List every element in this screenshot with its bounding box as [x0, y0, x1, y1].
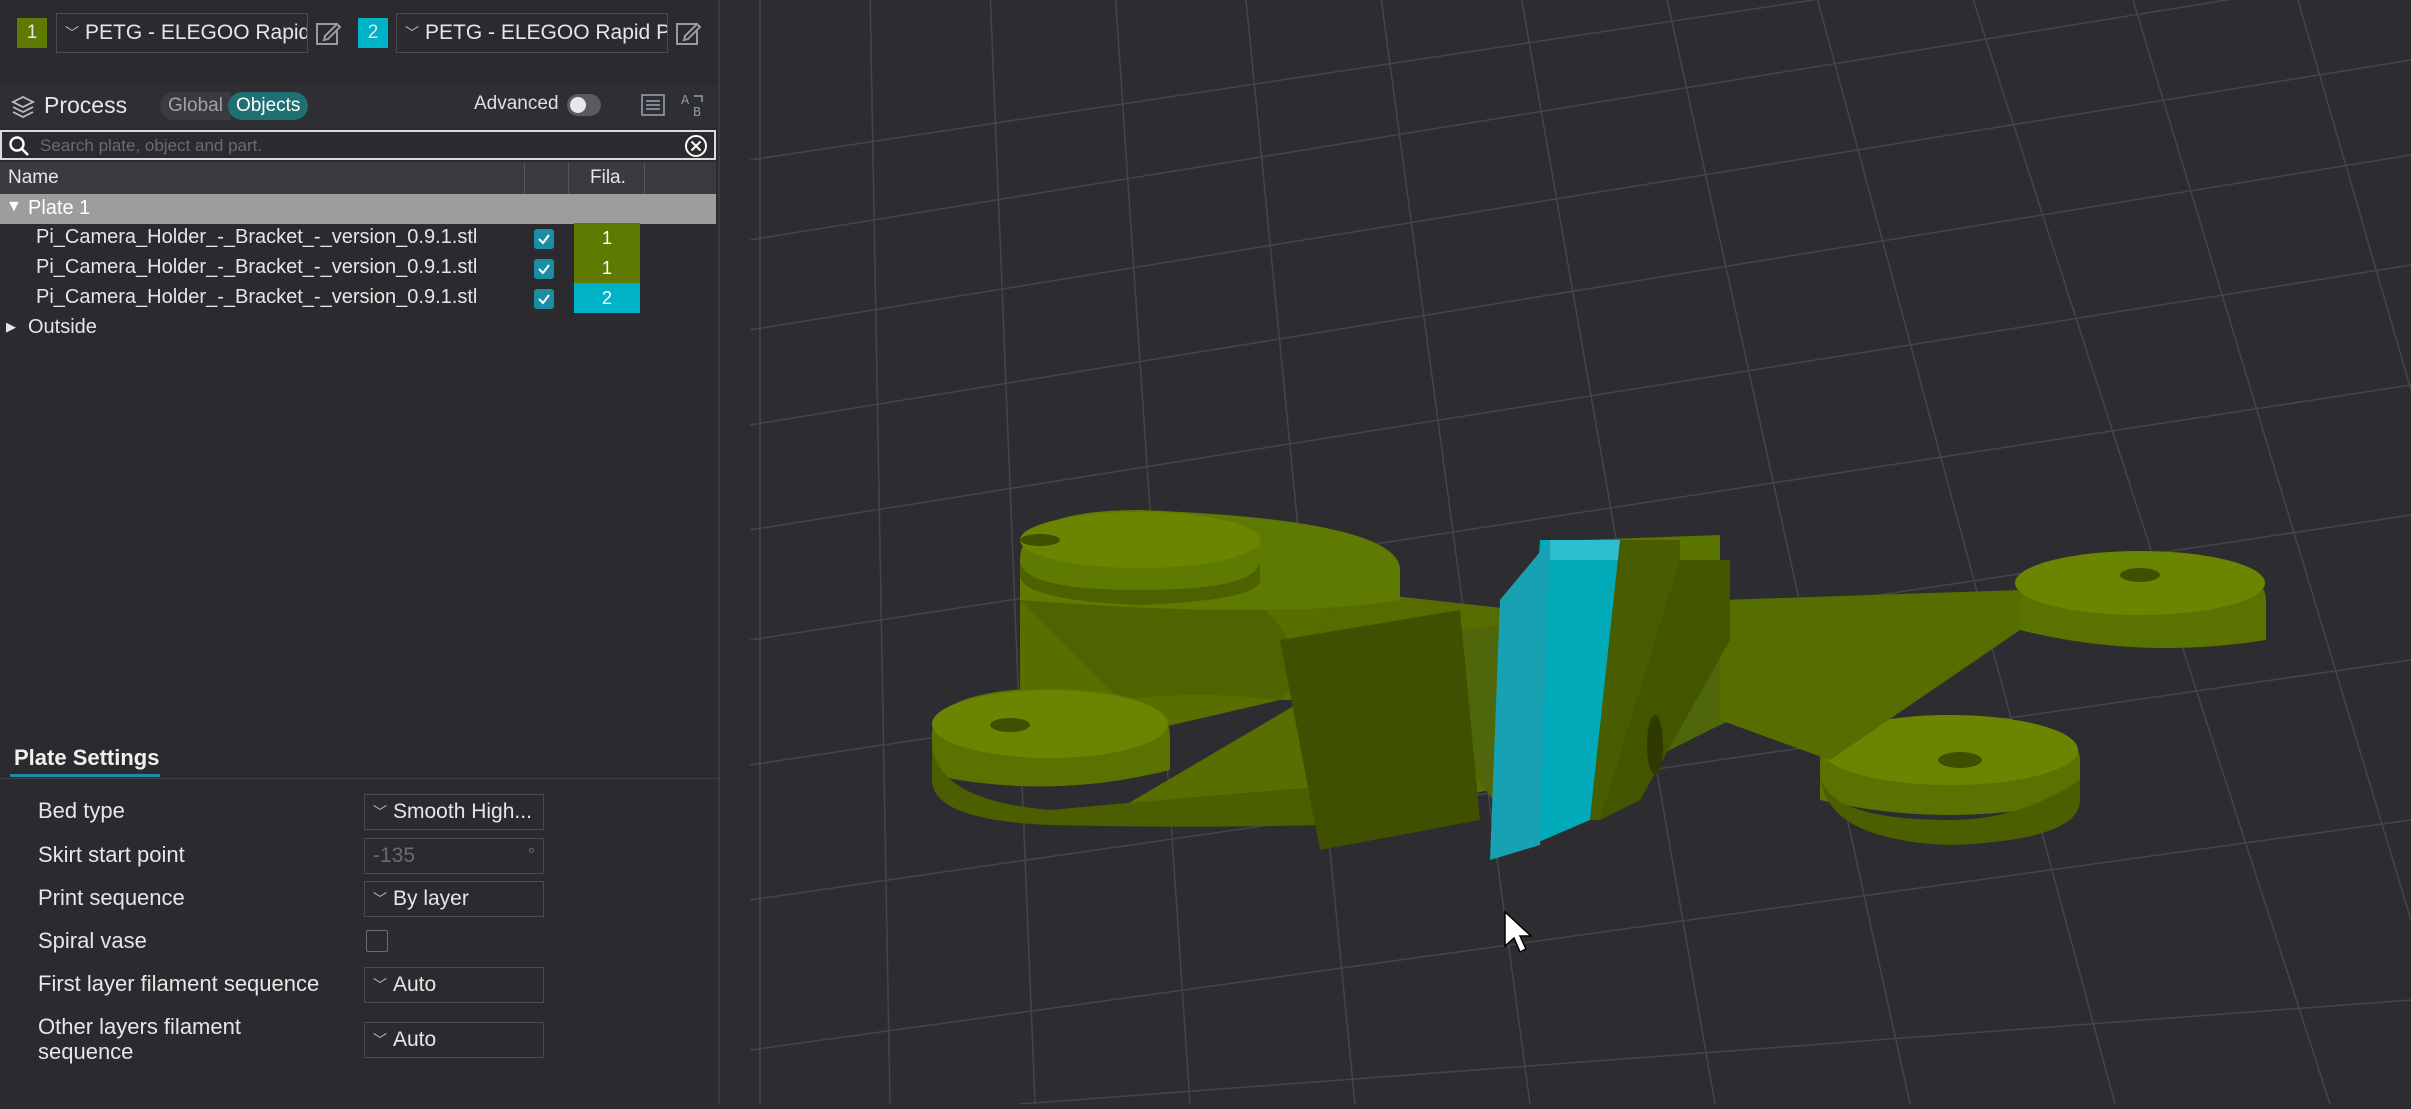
print-sequence-select[interactable]: ﹀ By layer	[364, 881, 544, 917]
column-filament-header[interactable]: Fila.	[590, 167, 626, 189]
mode-objects-tab[interactable]: Objects	[228, 92, 309, 120]
column-divider	[524, 162, 525, 194]
check-icon	[538, 234, 550, 245]
advanced-toggle[interactable]	[567, 94, 601, 116]
tab-underline	[10, 774, 160, 777]
chevron-down-icon[interactable]: ▼	[6, 198, 22, 216]
check-icon	[538, 264, 550, 275]
bed-type-select[interactable]: ﹀ Smooth High...	[364, 794, 544, 830]
spiral-vase-checkbox[interactable]	[366, 930, 388, 952]
toggle-knob	[570, 97, 586, 113]
plate-row[interactable]: ▼ Plate 1	[0, 194, 716, 224]
skirt-start-label: Skirt start point	[38, 842, 185, 867]
print-sequence-label: Print sequence	[38, 885, 185, 910]
check-icon	[538, 294, 550, 305]
object-table-header: Name Fila.	[0, 162, 716, 194]
bracket-model[interactable]	[932, 510, 2266, 860]
table-row[interactable]: Pi_Camera_Holder_-_Bracket_-_version_0.9…	[0, 223, 716, 253]
column-divider	[644, 162, 645, 194]
object-name: Pi_Camera_Holder_-_Bracket_-_version_0.9…	[36, 256, 478, 278]
first-layer-sequence-select[interactable]: ﹀ Auto	[364, 967, 544, 1003]
process-header: Process	[0, 84, 718, 128]
column-name-header[interactable]: Name	[8, 167, 59, 189]
degree-unit: °	[527, 845, 535, 865]
chevron-down-icon: ﹀	[373, 891, 387, 907]
object-visible-checkbox[interactable]	[534, 259, 554, 279]
filament-1-name: PETG - ELEGOO Rapid...	[85, 21, 308, 44]
object-filament-cell[interactable]: 1	[574, 223, 640, 253]
object-filament-cell[interactable]: 2	[574, 283, 640, 313]
mode-global-tab[interactable]: Global	[160, 92, 231, 120]
spiral-vase-label: Spiral vase	[38, 928, 147, 953]
filament-bar: 1 ﹀ PETG - ELEGOO Rapid... 2 ﹀ PETG - EL…	[0, 0, 718, 66]
advanced-label: Advanced	[474, 93, 559, 114]
chevron-down-icon: ﹀	[373, 804, 387, 820]
search-icon	[9, 136, 29, 156]
filament-2-select[interactable]: ﹀ PETG - ELEGOO Rapid P...	[396, 13, 668, 53]
other-layers-sequence-label-line2: sequence	[38, 1039, 134, 1064]
chevron-down-icon: ﹀	[65, 25, 79, 41]
other-layers-sequence-select[interactable]: ﹀ Auto	[364, 1022, 544, 1058]
left-panel: 1 ﹀ PETG - ELEGOO Rapid... 2 ﹀ PETG - EL…	[0, 0, 720, 1104]
filament-2-swatch[interactable]: 2	[358, 18, 388, 48]
bed-type-label: Bed type	[38, 798, 125, 823]
filament-2-name: PETG - ELEGOO Rapid P...	[425, 21, 668, 44]
build-plate-canvas[interactable]	[720, 0, 2411, 1105]
outside-label: Outside	[28, 316, 97, 338]
filament-1-select[interactable]: ﹀ PETG - ELEGOO Rapid...	[56, 13, 308, 53]
rename-ab-icon[interactable]: A B	[680, 92, 706, 118]
table-row[interactable]: Pi_Camera_Holder_-_Bracket_-_version_0.9…	[0, 283, 716, 313]
print-sequence-value: By layer	[393, 887, 469, 910]
column-divider	[568, 162, 569, 194]
object-visible-checkbox[interactable]	[534, 229, 554, 249]
chevron-right-icon[interactable]: ▶	[6, 319, 16, 335]
chevron-down-icon: ﹀	[373, 1032, 387, 1048]
object-visible-checkbox[interactable]	[534, 289, 554, 309]
first-layer-sequence-label: First layer filament sequence	[38, 971, 320, 996]
object-name: Pi_Camera_Holder_-_Bracket_-_version_0.9…	[36, 226, 478, 248]
search-input[interactable]	[38, 134, 672, 158]
3d-viewport[interactable]	[720, 0, 2411, 1105]
edit-icon[interactable]	[313, 18, 343, 48]
chevron-down-icon: ﹀	[405, 25, 419, 41]
svg-text:B: B	[693, 105, 701, 118]
bed-type-value: Smooth High...	[393, 800, 532, 823]
other-layers-sequence-value: Auto	[393, 1028, 437, 1051]
object-name: Pi_Camera_Holder_-_Bracket_-_version_0.9…	[36, 286, 478, 308]
object-filament-cell[interactable]: 1	[574, 253, 640, 283]
table-row[interactable]: Pi_Camera_Holder_-_Bracket_-_version_0.9…	[0, 253, 716, 283]
edit-icon[interactable]	[673, 18, 703, 48]
plate-settings-title: Plate Settings	[14, 745, 160, 770]
outside-row[interactable]: ▶ Outside	[0, 313, 716, 343]
svg-text:A: A	[681, 93, 690, 107]
process-title: Process	[44, 92, 128, 118]
other-layers-sequence-label-line1: Other layers filament	[38, 1014, 241, 1039]
filament-1-swatch[interactable]: 1	[17, 18, 47, 48]
list-icon[interactable]	[640, 92, 666, 118]
skirt-start-input: -135 °	[364, 838, 544, 874]
skirt-start-value: -135	[373, 844, 416, 867]
layers-icon	[10, 95, 36, 119]
clear-search-icon[interactable]	[684, 134, 708, 158]
plate-settings-tab[interactable]: Plate Settings	[0, 740, 718, 779]
search-box	[0, 130, 716, 160]
chevron-down-icon: ﹀	[373, 977, 387, 993]
first-layer-sequence-value: Auto	[393, 973, 437, 996]
plate-label: Plate 1	[28, 197, 91, 219]
